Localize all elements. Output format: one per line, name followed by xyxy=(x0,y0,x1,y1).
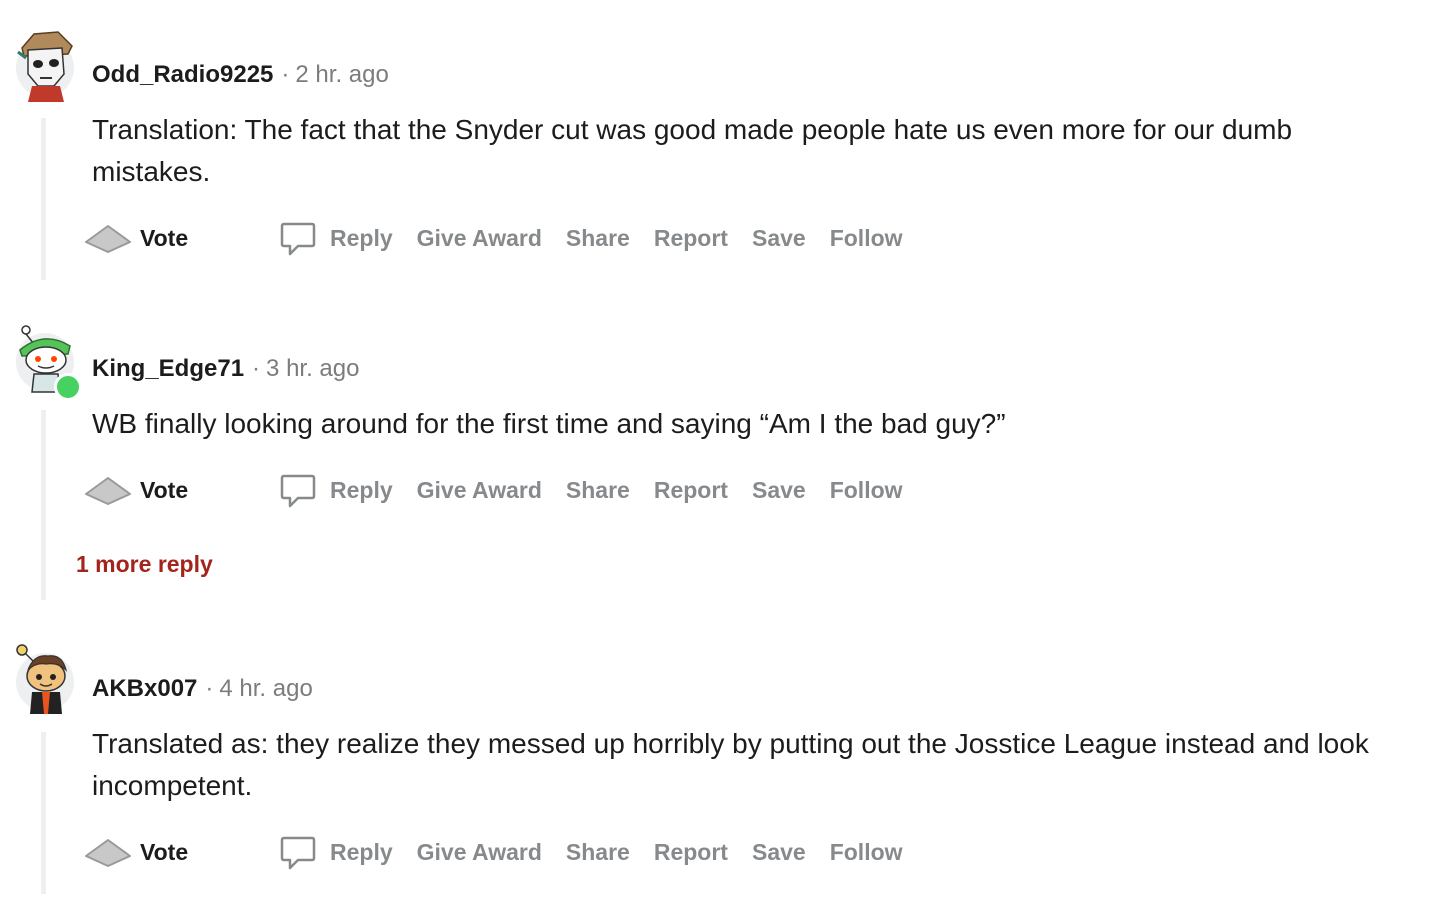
skull-mask-avatar-icon[interactable] xyxy=(14,28,76,104)
comment-body: WB finally looking around for the first … xyxy=(92,408,1006,439)
share-button[interactable]: Share xyxy=(566,225,630,252)
share-button[interactable]: Share xyxy=(566,839,630,866)
upvote-icon[interactable] xyxy=(82,220,134,256)
comment-meta: King_Edge71 · 3 hr. ago xyxy=(92,355,359,383)
vote-label: Vote xyxy=(140,838,189,865)
vote-group: Vote xyxy=(82,834,278,870)
report-button[interactable]: Report xyxy=(654,225,728,252)
reply-button[interactable]: Reply xyxy=(278,218,393,258)
thread-line[interactable] xyxy=(41,410,46,600)
follow-button[interactable]: Follow xyxy=(830,839,903,866)
save-button[interactable]: Save xyxy=(752,839,806,866)
give-award-button[interactable]: Give Award xyxy=(417,225,542,252)
follow-button[interactable]: Follow xyxy=(830,225,903,252)
meta-separator: · xyxy=(205,675,214,702)
meta-separator: · xyxy=(252,355,261,382)
comment-meta: AKBx007 · 4 hr. ago xyxy=(92,675,313,703)
username[interactable]: Odd_Radio9225 xyxy=(92,61,273,88)
comment-actions: Vote Reply Give Award Share Report Save … xyxy=(82,830,927,874)
timestamp[interactable]: 4 hr. ago xyxy=(219,675,312,702)
meta-separator: · xyxy=(281,61,290,88)
reply-label: Reply xyxy=(330,476,393,503)
reply-label: Reply xyxy=(330,224,393,251)
comment-actions: Vote Reply Give Award Share Report Save … xyxy=(82,468,927,512)
share-button[interactable]: Share xyxy=(566,477,630,504)
give-award-button[interactable]: Give Award xyxy=(417,477,542,504)
reply-button[interactable]: Reply xyxy=(278,470,393,510)
comment-bubble-icon xyxy=(278,218,318,258)
timestamp[interactable]: 3 hr. ago xyxy=(266,355,359,382)
thread-line[interactable] xyxy=(41,732,46,894)
snoo-brown-hair-avatar-icon[interactable] xyxy=(14,642,76,718)
report-button[interactable]: Report xyxy=(654,839,728,866)
reply-label: Reply xyxy=(330,838,393,865)
comment-actions: Vote Reply Give Award Share Report Save … xyxy=(82,216,927,260)
reply-button[interactable]: Reply xyxy=(278,832,393,872)
report-button[interactable]: Report xyxy=(654,477,728,504)
comment-meta: Odd_Radio9225 · 2 hr. ago xyxy=(92,61,389,89)
vote-group: Vote xyxy=(82,220,278,256)
thread-line[interactable] xyxy=(41,118,46,280)
online-status-indicator xyxy=(54,373,82,401)
save-button[interactable]: Save xyxy=(752,225,806,252)
vote-label: Vote xyxy=(140,476,189,503)
comment-bubble-icon xyxy=(278,832,318,872)
upvote-icon[interactable] xyxy=(82,834,134,870)
vote-group: Vote xyxy=(82,472,278,508)
comment-bubble-icon xyxy=(278,470,318,510)
save-button[interactable]: Save xyxy=(752,477,806,504)
username[interactable]: King_Edge71 xyxy=(92,355,244,382)
upvote-icon[interactable] xyxy=(82,472,134,508)
timestamp[interactable]: 2 hr. ago xyxy=(295,61,388,88)
comment-body: Translation: The fact that the Snyder cu… xyxy=(92,114,1293,187)
comment-body: Translated as: they realize they messed … xyxy=(92,728,1369,801)
comment-thread: Odd_Radio9225 · 2 hr. ago Translation: The… xyxy=(0,0,1450,916)
username[interactable]: AKBx007 xyxy=(92,675,197,702)
vote-label: Vote xyxy=(140,224,189,251)
give-award-button[interactable]: Give Award xyxy=(417,839,542,866)
more-replies-link[interactable]: 1 more reply xyxy=(76,551,213,578)
follow-button[interactable]: Follow xyxy=(830,477,903,504)
